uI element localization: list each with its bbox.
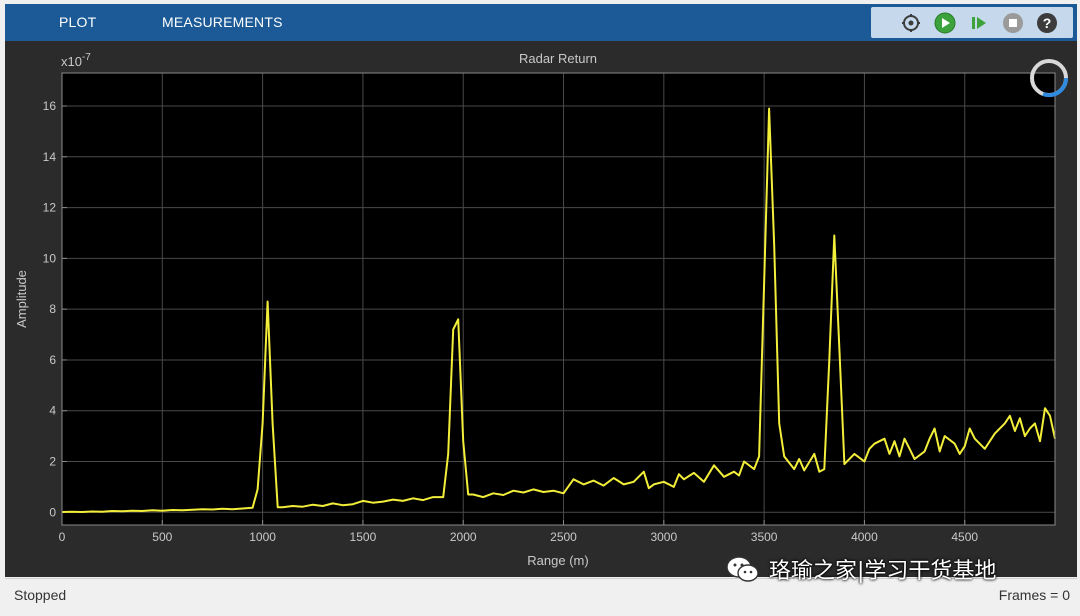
x-tick-label: 500 xyxy=(152,530,172,544)
y-exponent-label: x10-7 xyxy=(61,52,91,69)
plot-canvas: Radar Return x10-7 0 500 1000 1500 2000 2500 3… xyxy=(14,51,1069,568)
x-tick-label: 1500 xyxy=(350,530,377,544)
svg-text:?: ? xyxy=(1043,15,1052,31)
wechat-icon xyxy=(726,556,759,582)
status-text: Stopped xyxy=(14,587,67,603)
y-tick-label: 0 xyxy=(49,505,56,519)
x-tick-label: 0 xyxy=(59,530,66,544)
x-tick-label: 2000 xyxy=(450,530,477,544)
x-axis-label: Range (m) xyxy=(527,553,588,568)
x-tick-label: 4500 xyxy=(951,530,978,544)
y-tick-label: 2 xyxy=(49,455,56,469)
y-tick-label: 8 xyxy=(49,302,56,316)
stop-icon[interactable] xyxy=(1001,11,1025,35)
watermark: 珞瑜之家|学习干货基地 xyxy=(725,550,996,588)
x-tick-label: 2500 xyxy=(550,530,577,544)
run-icon[interactable] xyxy=(933,11,957,35)
settings-icon[interactable] xyxy=(899,11,923,35)
scope-window: PLOT MEASUREMENTS ? Radar Return x10-7 0… xyxy=(0,0,1080,616)
y-tick-label: 6 xyxy=(49,353,56,367)
y-tick-label: 4 xyxy=(49,404,56,418)
tab-plot[interactable]: PLOT xyxy=(59,4,96,41)
chart-title: Radar Return xyxy=(519,51,597,66)
y-tick-label: 12 xyxy=(43,201,57,215)
tab-measurements[interactable]: MEASUREMENTS xyxy=(162,4,283,41)
svg-text:x10-7: x10-7 xyxy=(61,52,91,69)
x-tick-label: 4000 xyxy=(851,530,878,544)
frames-counter: Frames = 0 xyxy=(998,587,1070,603)
step-forward-icon[interactable] xyxy=(967,11,991,35)
quick-access-toolbar: ? xyxy=(871,7,1073,38)
x-tick-label: 3000 xyxy=(650,530,677,544)
scope-figure: Radar Return x10-7 0 500 1000 1500 2000 2500 3… xyxy=(5,41,1077,577)
x-tick-label: 1000 xyxy=(249,530,276,544)
y-tick-label: 10 xyxy=(43,251,57,265)
y-tick-label: 16 xyxy=(43,99,57,113)
watermark-text: 珞瑜之家|学习干货基地 xyxy=(769,559,997,584)
help-icon[interactable]: ? xyxy=(1035,11,1059,35)
axes-area[interactable] xyxy=(62,73,1055,525)
toolstrip: PLOT MEASUREMENTS ? xyxy=(5,4,1077,41)
y-tick-label: 14 xyxy=(43,150,57,164)
y-axis-label: Amplitude xyxy=(14,270,29,328)
x-tick-label: 3500 xyxy=(751,530,778,544)
